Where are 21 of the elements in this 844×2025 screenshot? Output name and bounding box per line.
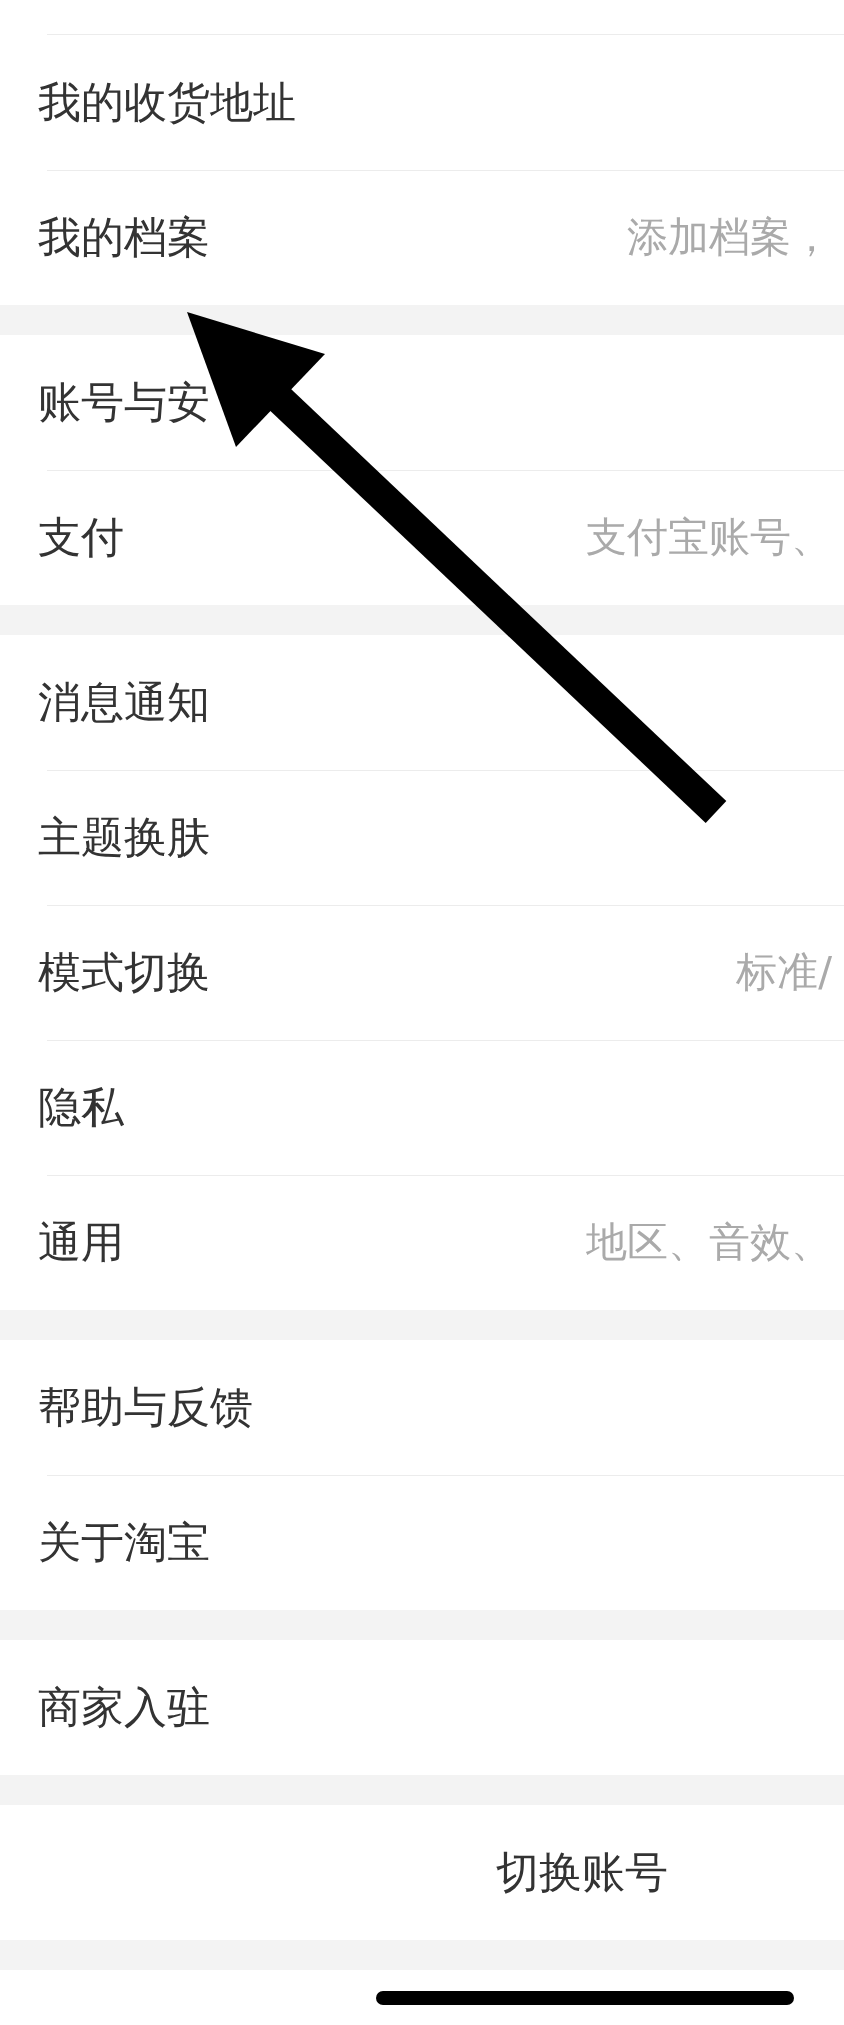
row-label: 支付 bbox=[38, 511, 124, 565]
row-label: 帮助与反馈 bbox=[38, 1381, 253, 1435]
settings-row[interactable]: 商家入驻 bbox=[0, 1640, 844, 1775]
settings-row[interactable]: 我的收货地址 bbox=[0, 35, 844, 170]
row-label: 我的档案 bbox=[38, 211, 210, 265]
row-label: 消息通知 bbox=[38, 676, 210, 730]
row-hint: 地区、音效、 bbox=[586, 1216, 833, 1268]
row-label: 模式切换 bbox=[38, 946, 210, 1000]
settings-row[interactable]: 帮助与反馈 bbox=[0, 1340, 844, 1475]
row-label: 账号与安 bbox=[38, 376, 210, 430]
row-label: 通用 bbox=[38, 1216, 124, 1270]
row-hint: 标准/ bbox=[736, 946, 833, 998]
row-label: 关于淘宝 bbox=[38, 1516, 210, 1570]
row-label: 主题换肤 bbox=[38, 811, 210, 865]
row-label: 我的收货地址 bbox=[38, 76, 296, 130]
row-hint: 支付宝账号、 bbox=[586, 511, 833, 563]
settings-row[interactable]: 账号与安 bbox=[0, 335, 844, 470]
row-label: 商家入驻 bbox=[38, 1681, 210, 1735]
switch-account-button[interactable]: 切换账号 bbox=[496, 1840, 668, 1905]
row-hint: 添加档案， bbox=[627, 211, 833, 263]
row-label: 隐私 bbox=[38, 1081, 124, 1135]
